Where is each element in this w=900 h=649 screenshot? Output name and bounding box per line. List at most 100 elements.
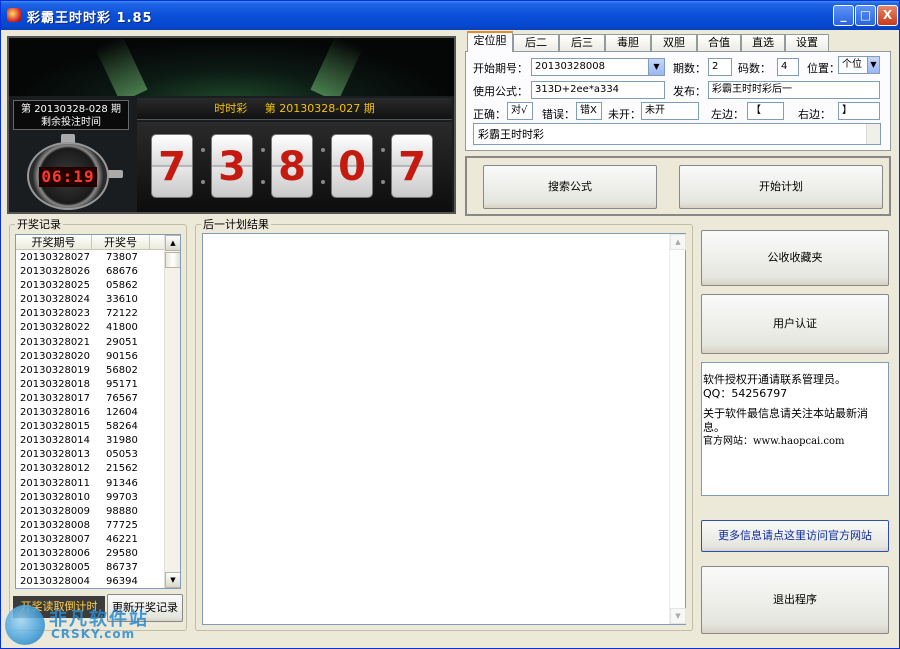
codes-input[interactable]: 4 [777,58,799,76]
tab-zhixuan[interactable]: 直选 [741,34,785,51]
decor-bolt [381,180,385,184]
table-row[interactable]: 20130328023 72122 [16,307,166,321]
table-row[interactable]: 20130328020 90156 [16,350,166,364]
user-auth-button[interactable]: 用户认证 [701,294,889,354]
maximize-button[interactable]: □ [855,5,876,26]
tab-dudan[interactable]: 毒胆 [605,34,651,51]
search-formula-button[interactable]: 搜索公式 [483,165,657,209]
record-number: 73807 [106,252,138,263]
exit-button[interactable]: 退出程序 [701,566,889,634]
info-website: 官方网站：www.haopcai.com [703,436,845,447]
col-number-header[interactable]: 开奖号 [92,235,150,250]
position-select[interactable]: 个位 ▼ [838,56,880,74]
table-row[interactable]: 20130328008 77725 [16,519,166,533]
table-row[interactable]: 20130328025 05862 [16,279,166,293]
record-issue: 20130328005 [20,562,90,574]
tab-settings[interactable]: 设置 [785,34,829,51]
start-issue-select[interactable]: 20130328008 ▼ [531,58,665,76]
tab-housan[interactable]: 后三 [559,34,605,51]
records-header: 开奖期号 开奖号 [16,235,166,250]
scroll-up-icon[interactable]: ▲ [670,234,686,250]
wrong-label: 错误： [542,108,575,121]
tab-shuangdan[interactable]: 双胆 [651,34,697,51]
records-title: 开奖记录 [15,216,63,232]
record-number: 76567 [106,392,138,404]
record-number: 99703 [106,491,138,503]
table-row[interactable]: 20130328006 29580 [16,547,166,561]
start-plan-button[interactable]: 开始计划 [679,165,883,209]
right-input[interactable]: 】 [838,102,880,120]
record-number: 33610 [106,294,138,306]
scroll-down-icon[interactable]: ▼ [165,572,180,588]
scroll-up-icon[interactable]: ▲ [165,235,180,251]
correct-input[interactable]: 对√ [507,102,533,120]
title-bar[interactable]: 彩霸王时时彩 1.85 _ □ X [1,1,899,30]
draw-digit-1: 7 [151,134,193,198]
table-row[interactable]: 20130328021 29051 [16,336,166,350]
left-input[interactable]: 【 [747,102,784,120]
info-box: 软件授权开通请联系管理员。 QQ：54256797 关于软件最信息请关注本站最新… [701,362,889,496]
decor-bolt [321,180,325,184]
unopened-input[interactable]: 未开 [641,102,699,120]
records-list[interactable]: 开奖期号 开奖号 20130328027 73807 20130328026 6867… [15,234,181,589]
scroll-thumb[interactable] [165,252,180,268]
record-number: 31980 [106,435,138,447]
records-scrollbar[interactable]: ▲ ▼ [164,235,180,588]
record-issue: 20130328008 [20,519,90,531]
record-issue: 20130328014 [20,435,90,447]
record-number: 21562 [106,463,138,475]
memo-textarea[interactable]: 彩霸王时时彩 [473,123,881,145]
table-row[interactable]: 20130328014 31980 [16,434,166,448]
memo-text: 彩霸王时时彩 [478,128,544,141]
table-row[interactable]: 20130328009 98880 [16,505,166,519]
main-window: 彩霸王时时彩 1.85 _ □ X 第 20130328-028 期 剩余投注时… [0,0,900,649]
table-row[interactable]: 20130328010 99703 [16,491,166,505]
table-row[interactable]: 20130328005 86737 [16,561,166,575]
table-row[interactable]: 20130328019 56802 [16,364,166,378]
record-issue: 20130328011 [20,477,90,489]
chevron-down-icon[interactable]: ▼ [648,59,664,75]
countdown-timer: 06:19 [39,167,97,187]
minimize-button[interactable]: _ [833,5,854,26]
formula-label: 使用公式： [473,85,528,98]
start-issue-label: 开始期号： [473,62,528,75]
table-row[interactable]: 20130328024 33610 [16,293,166,307]
result-textarea[interactable]: ▲ ▼ [202,233,686,625]
tab-hezhi[interactable]: 合值 [697,34,741,51]
periods-input[interactable]: 2 [708,58,732,76]
table-row[interactable]: 20130328027 73807 [16,251,166,265]
formula-input[interactable]: 313D+2ee*a334 [531,81,665,99]
publish-input[interactable]: 彩霸王时时彩后一 [708,81,880,99]
table-row[interactable]: 20130328012 21562 [16,462,166,476]
result-scrollbar[interactable]: ▲ ▼ [669,234,686,624]
table-row[interactable]: 20130328015 58264 [16,420,166,434]
table-row[interactable]: 20130328013 05053 [16,448,166,462]
memo-scrollbar[interactable] [866,124,880,144]
table-row[interactable]: 20130328026 68676 [16,265,166,279]
tab-strip: 定位胆 后二 后三 毒胆 双胆 合值 直选 设置 [463,31,891,52]
tab-dingweidan[interactable]: 定位胆 [467,31,513,52]
chevron-down-icon[interactable]: ▼ [867,57,879,73]
close-button[interactable]: X [877,5,898,26]
remaining-time-label: 剩余投注时间 [41,117,101,128]
tab-houer[interactable]: 后二 [513,34,559,51]
table-row[interactable]: 20130328011 91346 [16,477,166,491]
record-number: 12604 [106,407,138,419]
app-icon [7,8,21,22]
table-row[interactable]: 20130328022 41800 [16,321,166,335]
record-issue: 20130328019 [20,364,90,376]
refresh-records-button[interactable]: 更新开奖记录 [107,594,183,622]
table-row[interactable]: 20130328004 96394 [16,575,166,588]
table-row[interactable]: 20130328018 95171 [16,378,166,392]
table-row[interactable]: 20130328007 46221 [16,533,166,547]
table-row[interactable]: 20130328017 76567 [16,392,166,406]
records-footer: 开奖读取倒计时 更新开奖记录 [13,594,185,624]
favorites-button[interactable]: 公收收藏夹 [701,230,889,286]
wrong-input[interactable]: 错X [576,102,602,120]
col-issue-header[interactable]: 开奖期号 [16,235,92,250]
table-row[interactable]: 20130328016 12604 [16,406,166,420]
record-issue: 20130328025 [20,280,90,292]
scroll-down-icon[interactable]: ▼ [670,608,686,624]
visit-website-button[interactable]: 更多信息请点这里访问官方网站 [701,520,889,552]
spotlight-beam [95,38,148,96]
